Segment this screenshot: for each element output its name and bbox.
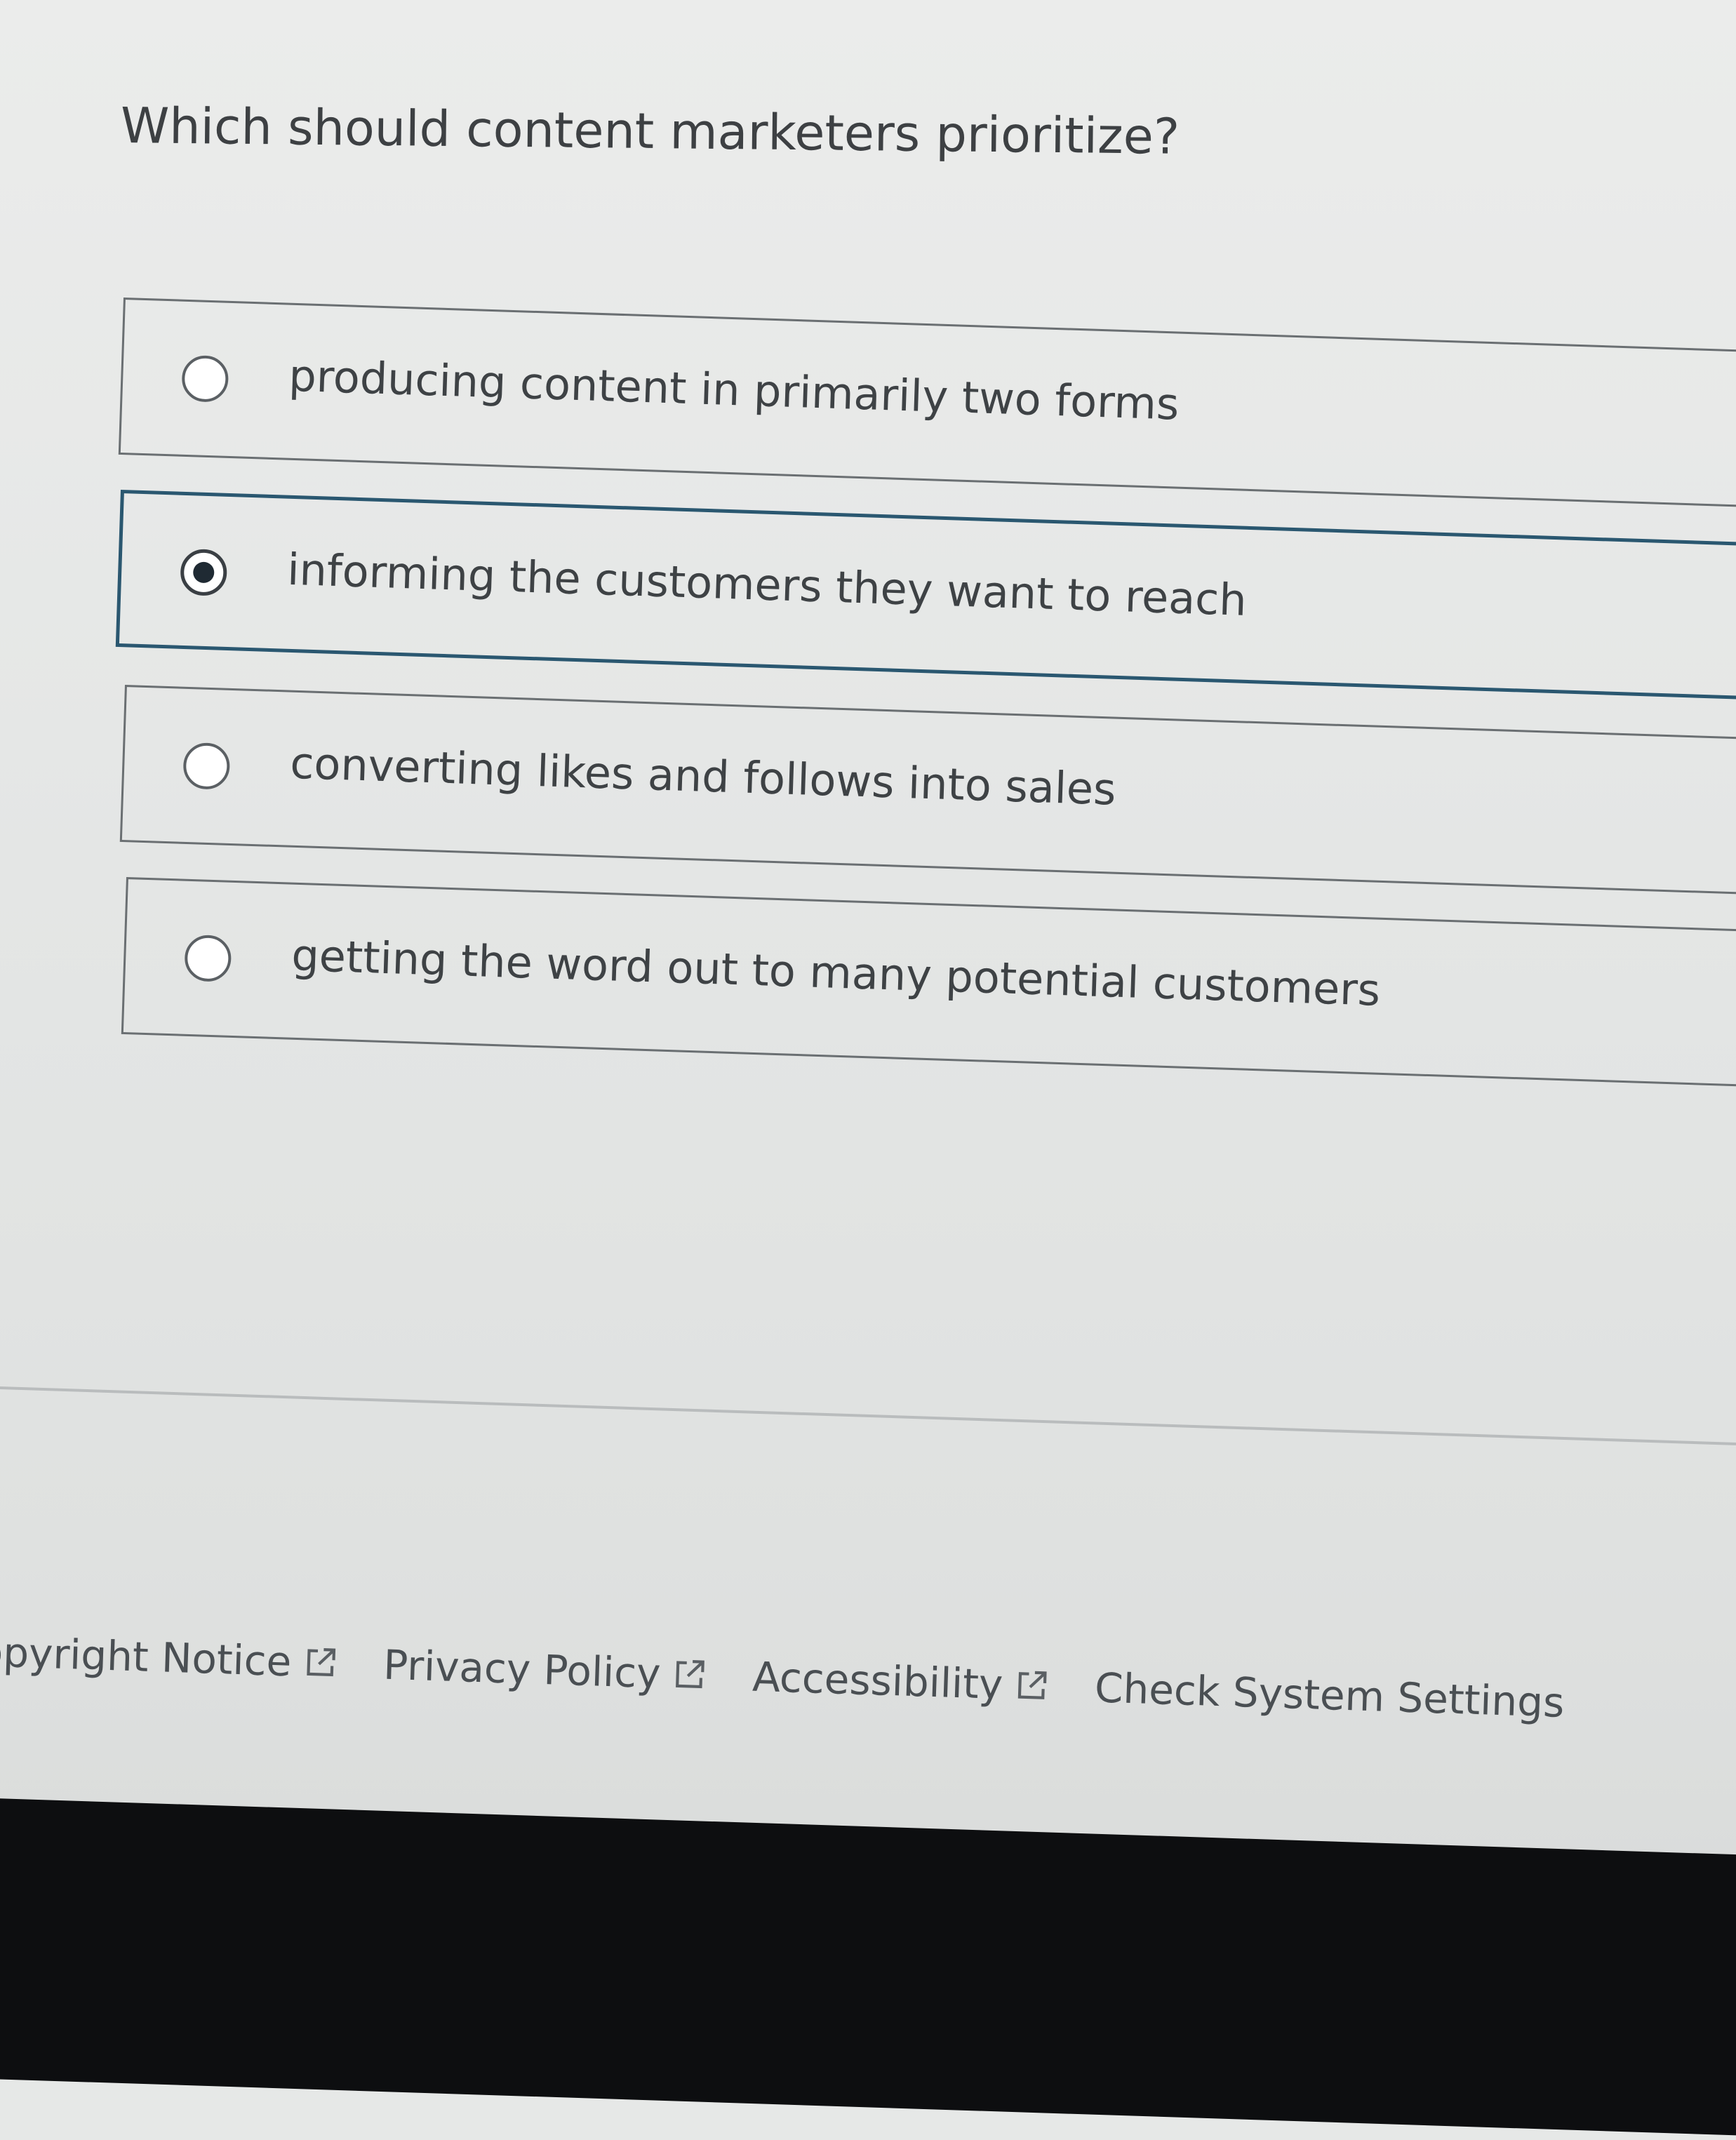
radio-empty-icon[interactable] xyxy=(184,934,232,982)
external-link-icon xyxy=(1017,1671,1047,1699)
option-label: converting likes and follows into sales xyxy=(289,737,1117,815)
answer-options: producing content in primarily two forms… xyxy=(0,0,1736,1123)
option-label: getting the word out to many potential c… xyxy=(291,929,1382,1016)
footer-divider xyxy=(0,1386,1736,1451)
option-label: producing content in primarily two forms xyxy=(288,349,1180,430)
privacy-policy-label: Privacy Policy xyxy=(382,1640,662,1698)
check-system-settings-link[interactable]: Check System Settings xyxy=(1094,1664,1565,1727)
check-system-settings-label: Check System Settings xyxy=(1094,1664,1565,1727)
copyright-notice-link[interactable]: opyright Notice xyxy=(0,1628,338,1687)
radio-empty-icon[interactable] xyxy=(182,742,231,790)
copyright-notice-label: opyright Notice xyxy=(0,1628,293,1686)
external-link-icon xyxy=(676,1660,705,1689)
radio-selected-dot xyxy=(192,561,215,584)
option-4[interactable]: getting the word out to many potential c… xyxy=(121,877,1736,1087)
option-3[interactable]: converting likes and follows into sales xyxy=(119,685,1736,895)
accessibility-label: Accessibility xyxy=(752,1652,1004,1709)
option-2[interactable]: informing the customers they want to rea… xyxy=(115,490,1736,700)
option-label: informing the customers they want to rea… xyxy=(286,543,1248,626)
accessibility-link[interactable]: Accessibility xyxy=(752,1653,1050,1711)
option-1[interactable]: producing content in primarily two forms xyxy=(118,297,1736,507)
quiz-screen: Which should content marketers prioritiz… xyxy=(0,0,1736,2140)
radio-filled-icon[interactable] xyxy=(180,548,228,596)
privacy-policy-link[interactable]: Privacy Policy xyxy=(382,1641,707,1699)
footer-links: opyright Notice Privacy Policy Accessibi… xyxy=(0,1628,1607,1728)
radio-empty-icon[interactable] xyxy=(181,354,229,403)
monitor-bezel xyxy=(0,1796,1736,2140)
external-link-icon xyxy=(306,1648,335,1677)
